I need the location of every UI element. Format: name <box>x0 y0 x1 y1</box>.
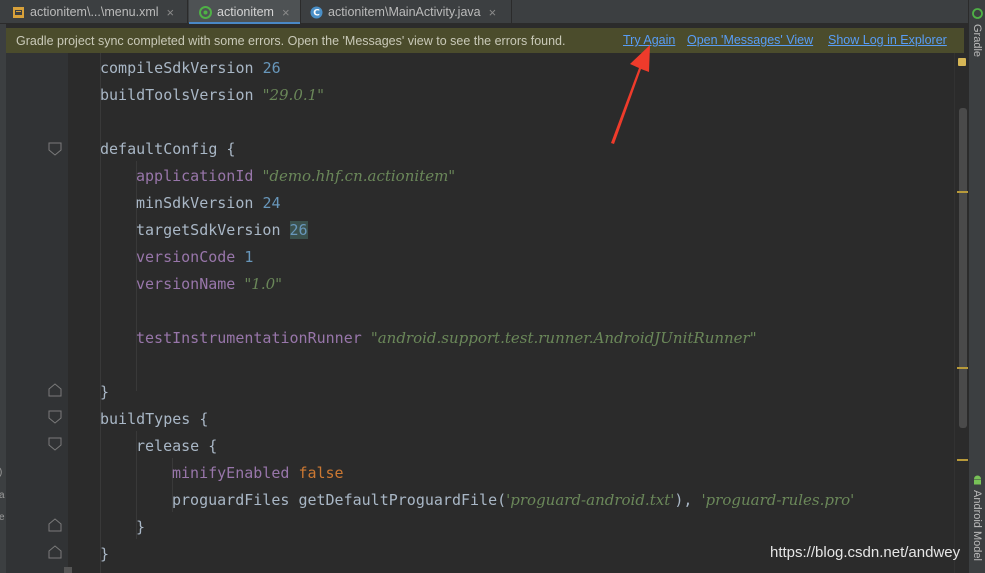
annotation-arrow <box>611 45 650 144</box>
watermark-text: https://blog.csdn.net/andwey <box>770 544 961 561</box>
